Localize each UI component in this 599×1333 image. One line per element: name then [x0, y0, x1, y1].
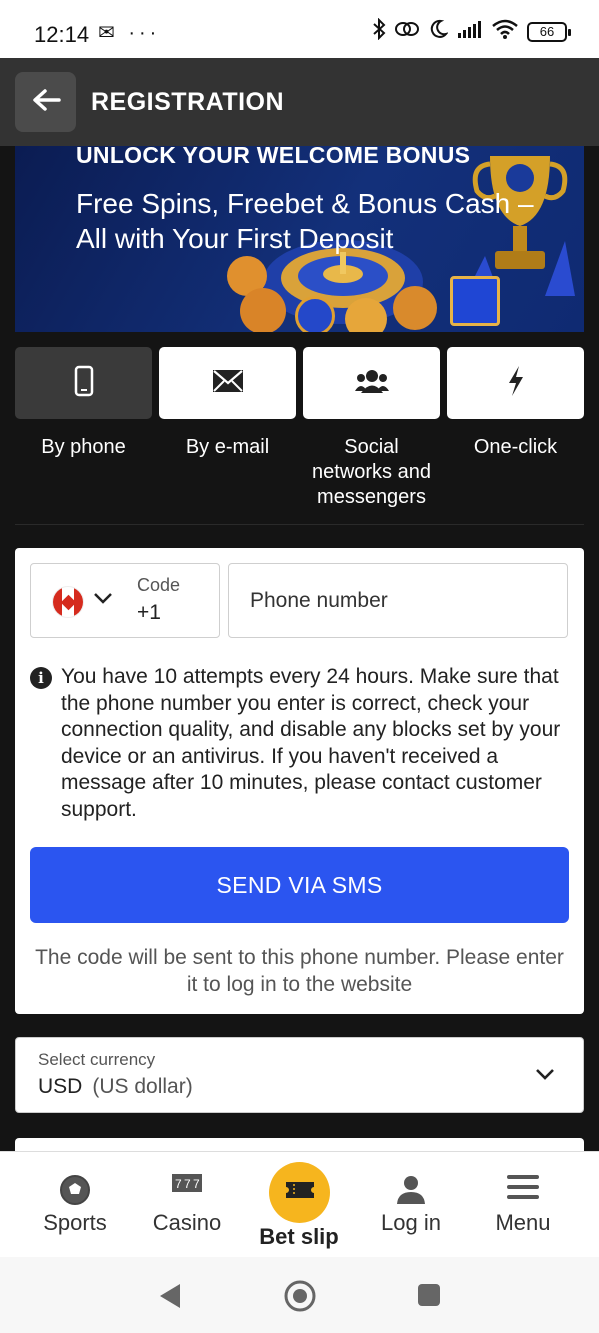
currency-label: Select currency [38, 1050, 156, 1069]
system-recents-icon[interactable] [417, 1283, 441, 1312]
nav-bet-slip-label[interactable]: Bet slip [244, 1224, 354, 1250]
envelope-icon [212, 369, 244, 398]
code-label: Code [137, 575, 181, 595]
page-title: REGISTRATION [91, 88, 285, 116]
user-icon [395, 1174, 427, 1211]
basketball-image [240, 288, 286, 332]
code-value: +1 [137, 601, 161, 624]
info-icon: i [30, 667, 52, 689]
link-icon [395, 19, 419, 45]
divider [15, 524, 584, 525]
method-one-click-button[interactable] [447, 347, 584, 419]
system-back-icon[interactable] [158, 1282, 182, 1315]
nav-label: Sports [43, 1210, 107, 1235]
moon-icon [428, 19, 449, 45]
currency-value: USD (US dollar) [38, 1075, 193, 1099]
method-label: By e-mail [185, 436, 270, 458]
bluetooth-icon [372, 17, 386, 46]
method-label: By phone [41, 436, 126, 458]
signal-icon [457, 20, 483, 44]
phone-registration-form: Code +1 i You have 10 attempts every 24 … [15, 548, 584, 1014]
nav-sports[interactable]: Sports [20, 1152, 130, 1258]
status-bar: 12:14 ✉ ··· 66 [0, 0, 599, 58]
bottom-navigation: Sports 777 Casino Bet slip Log in Menu [0, 1151, 599, 1257]
wifi-icon [492, 19, 518, 45]
nav-label: Log in [381, 1210, 441, 1235]
hamburger-icon [507, 1174, 539, 1205]
method-label: Social networks and messengers [312, 436, 431, 508]
svg-text:7: 7 [175, 1177, 182, 1191]
registration-methods: By phone By e-mail Social networks and m… [15, 347, 584, 517]
nav-bet-slip-button[interactable] [269, 1162, 330, 1223]
soccer-ball-image [345, 298, 387, 332]
method-label: One-click [473, 436, 558, 458]
back-button[interactable] [15, 72, 76, 132]
method-by-email[interactable]: By e-mail [159, 347, 296, 460]
status-right-icons: 66 [372, 17, 571, 46]
chevron-down-icon [93, 591, 113, 610]
banner-text: Free Spins, Freebet & Bonus Cash – All w… [76, 188, 534, 254]
currency-select[interactable]: Select currency USD (US dollar) [15, 1037, 584, 1113]
soccer-ball-image [295, 296, 335, 332]
system-navigation-bar [0, 1257, 599, 1333]
system-home-icon[interactable] [284, 1280, 316, 1317]
ticket-icon [284, 1179, 316, 1206]
method-by-email-button[interactable] [159, 347, 296, 419]
arrow-left-icon [31, 88, 61, 117]
basketball-image [393, 286, 437, 330]
nav-casino[interactable]: 777 Casino [132, 1152, 242, 1258]
soccer-ball-icon [59, 1174, 91, 1211]
attempts-info-text: You have 10 attempts every 24 hours. Mak… [61, 665, 561, 821]
method-by-phone[interactable]: By phone [15, 347, 152, 460]
currency-name: (US dollar) [92, 1075, 193, 1098]
gift-box-image [450, 276, 500, 326]
currency-code: USD [38, 1075, 83, 1098]
welcome-bonus-banner[interactable]: UNLOCK YOUR WELCOME BONUS Free Spins, Fr… [15, 146, 584, 332]
slot-777-icon: 777 [172, 1174, 202, 1197]
users-icon [354, 368, 389, 399]
svg-text:7: 7 [184, 1177, 191, 1191]
status-time: 12:14 [34, 22, 90, 47]
nav-menu[interactable]: Menu [468, 1152, 578, 1258]
app-header: REGISTRATION [0, 58, 599, 146]
country-code-selector[interactable]: Code +1 [30, 563, 220, 638]
phone-number-input[interactable] [228, 563, 568, 638]
method-social-networks[interactable]: Social networks and messengers [303, 347, 440, 510]
nav-label: Casino [152, 1210, 222, 1235]
method-social-networks-button[interactable] [303, 347, 440, 419]
banner-heading: UNLOCK YOUR WELCOME BONUS [76, 146, 471, 168]
method-by-phone-button[interactable] [15, 347, 152, 419]
send-via-sms-button[interactable]: SEND VIA SMS [30, 847, 569, 923]
notification-icons: ✉ ··· [98, 22, 161, 44]
method-one-click[interactable]: One-click [447, 347, 584, 460]
lightning-icon [506, 365, 526, 402]
phone-icon [74, 365, 94, 402]
canada-flag-icon [52, 586, 84, 618]
svg-text:7: 7 [193, 1177, 200, 1191]
battery-icon: 66 [527, 22, 571, 42]
nav-label: Menu [495, 1210, 551, 1235]
chevron-down-icon [534, 1066, 556, 1087]
nav-log-in[interactable]: Log in [356, 1152, 466, 1258]
sms-note: The code will be sent to this phone numb… [35, 946, 564, 996]
